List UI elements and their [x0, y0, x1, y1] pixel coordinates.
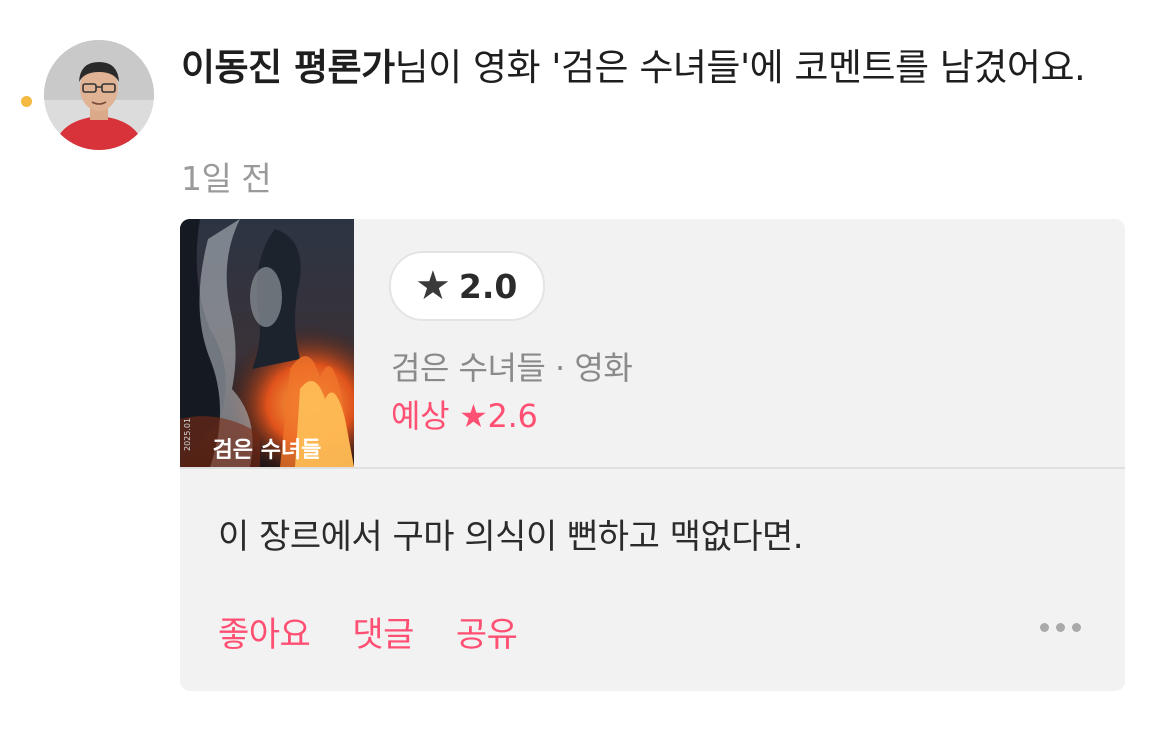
movie-title[interactable]: 검은 수녀들: [391, 349, 546, 387]
content-type: 영화: [574, 349, 633, 387]
feed-headline: 이동진 평론가님이 영화 '검은 수녀들'에 코멘트를 남겼어요.: [181, 40, 1131, 96]
timestamp: 1일 전: [181, 159, 272, 198]
rating-badge: ★ 2.0: [389, 251, 546, 321]
star-icon: ★: [415, 263, 451, 309]
critic-profile-photo: [44, 40, 154, 150]
movie-info[interactable]: 검은 수녀들 2025.01 ★ 2.0 검은 수녀들 · 영화 예상 ★2.6: [180, 219, 1125, 469]
rating-value: 2.0: [458, 266, 518, 306]
action-text: 님이 영화 '검은 수녀들'에 코멘트를 남겼어요.: [394, 46, 1086, 89]
expected-rating: 예상 ★2.6: [391, 391, 538, 437]
user-name[interactable]: 이동진 평론가: [181, 46, 395, 89]
comment-text[interactable]: 이 장르에서 구마 의식이 뻔하고 맥없다면.: [218, 509, 804, 558]
avatar[interactable]: [44, 40, 154, 150]
poster-title: 검은 수녀들: [213, 437, 322, 463]
movie-meta: 검은 수녀들 · 영화: [391, 343, 633, 389]
more-dot: [1072, 623, 1081, 632]
comment-button[interactable]: 댓글: [352, 607, 414, 656]
expected-star-icon: ★: [459, 397, 488, 435]
meta-separator: ·: [555, 349, 565, 387]
expected-label: 예상: [391, 397, 450, 435]
more-dot: [1056, 623, 1065, 632]
share-button[interactable]: 공유: [456, 607, 518, 656]
expected-value: 2.6: [487, 397, 538, 435]
like-button[interactable]: 좋아요: [218, 607, 311, 656]
action-bar: 좋아요 댓글 공유: [218, 607, 518, 656]
poster-release-date: 2025.01: [183, 418, 192, 451]
poster-image: 검은 수녀들 2025.01: [180, 219, 354, 467]
movie-poster[interactable]: 검은 수녀들 2025.01: [180, 219, 354, 467]
comment-card[interactable]: 검은 수녀들 2025.01 ★ 2.0 검은 수녀들 · 영화 예상 ★2.6…: [180, 219, 1125, 691]
more-dot: [1040, 623, 1049, 632]
unread-indicator: [21, 96, 32, 107]
more-horizontal-icon[interactable]: [1040, 623, 1081, 632]
